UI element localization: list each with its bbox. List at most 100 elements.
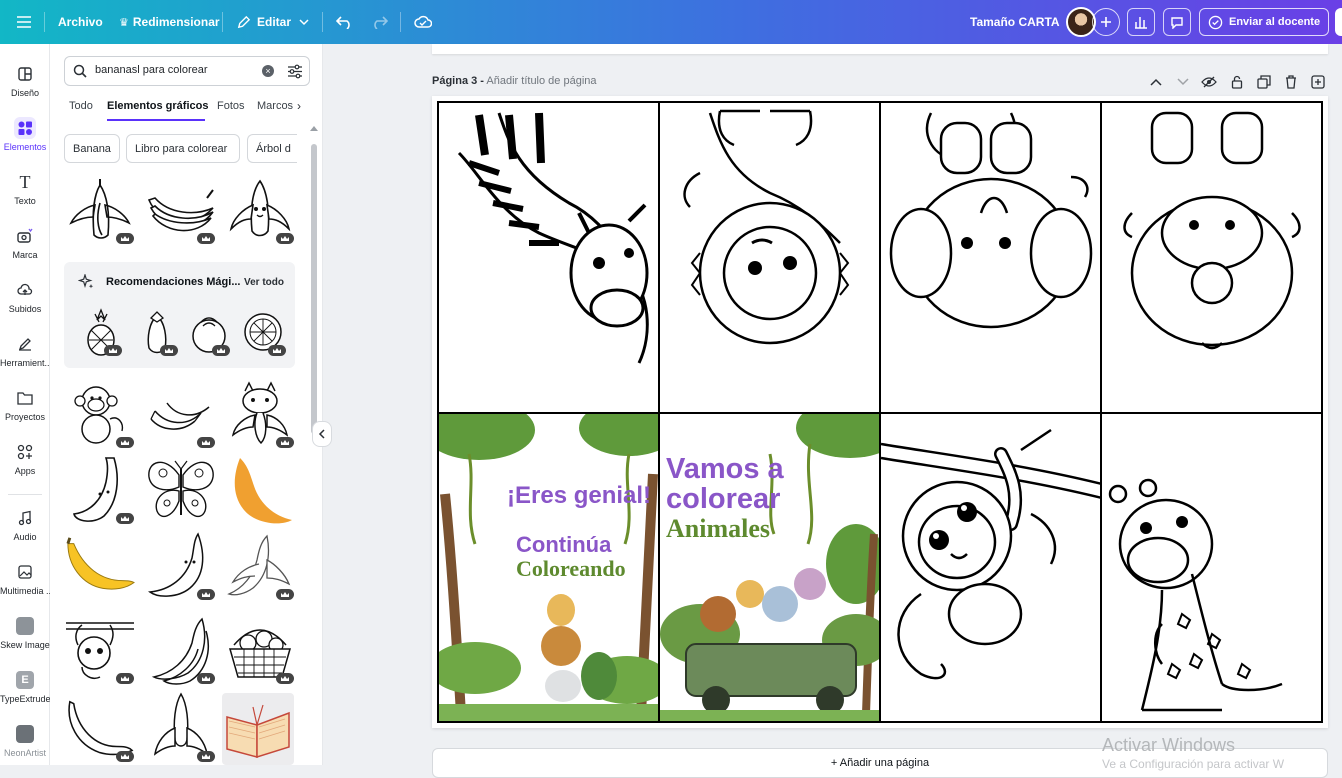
graphic-cat-banana[interactable]: [224, 378, 296, 450]
analytics-button[interactable]: [1127, 8, 1155, 36]
cell-lets-color-card[interactable]: Vamos a colorear Animales: [658, 412, 881, 723]
graphic-open-book[interactable]: [222, 693, 294, 765]
page-down-icon[interactable]: [1175, 74, 1191, 90]
rail-item-projects[interactable]: Proyectos: [0, 380, 50, 432]
graphic-banana-face-line[interactable]: [145, 530, 217, 602]
page-title-input[interactable]: Añadir título de página: [486, 75, 596, 87]
graphic-banana-simple[interactable]: [64, 692, 136, 764]
cell-hippo[interactable]: [1100, 101, 1323, 414]
text-icon: T: [19, 171, 31, 192]
music-icon: [17, 506, 33, 530]
rail-item-tools[interactable]: Herramient...: [0, 326, 50, 378]
edit-menu-button[interactable]: Editar: [236, 0, 309, 44]
collapse-panel-button[interactable]: [312, 421, 332, 447]
graphic-cute-banana[interactable]: [224, 174, 296, 246]
see-all-link[interactable]: Ver todo: [244, 277, 284, 288]
invite-plus-button[interactable]: [1092, 8, 1120, 36]
add-page-icon[interactable]: [1310, 74, 1326, 90]
tools-icon: [17, 332, 33, 356]
graphic-half-peeled-banana[interactable]: [145, 692, 217, 764]
menu-icon[interactable]: [16, 0, 32, 44]
graphic-banana-bunch-line[interactable]: [145, 378, 217, 450]
apps-icon: [17, 440, 33, 464]
premium-crown-icon: [276, 673, 294, 684]
media-icon: [17, 560, 33, 584]
search-input[interactable]: bananasl para colorear: [95, 64, 208, 76]
duplicate-page-icon[interactable]: [1256, 74, 1272, 90]
graphic-banana-outline-face[interactable]: [64, 454, 136, 526]
rail-item-text[interactable]: T Texto: [0, 164, 50, 216]
graphic-pineapple[interactable]: [78, 306, 124, 358]
chip-banana[interactable]: Banana: [64, 134, 120, 163]
hide-page-icon[interactable]: [1201, 74, 1217, 90]
rail-item-uploads[interactable]: Subidos: [0, 272, 50, 324]
cell-giraffe[interactable]: [1100, 412, 1323, 723]
graphic-yellow-banana[interactable]: [64, 530, 136, 602]
redo-icon[interactable]: [370, 0, 388, 44]
tabs-scroll-right-icon[interactable]: ›: [297, 99, 301, 113]
cell-great-job-card[interactable]: ¡Eres genial! Continúa Coloreando: [437, 412, 660, 723]
graphic-sloth-branch[interactable]: [64, 614, 136, 686]
lock-page-icon[interactable]: [1229, 74, 1245, 90]
graphic-peeled-banana[interactable]: [64, 174, 136, 246]
page-size-label[interactable]: Tamaño CARTA: [970, 0, 1060, 44]
rail-item-brand[interactable]: Marca: [0, 218, 50, 270]
graphic-banana-pair[interactable]: [145, 614, 217, 686]
rail-item-typeextrude[interactable]: E TypeExtrude: [0, 662, 50, 714]
graphic-banana-bunch[interactable]: [145, 174, 217, 246]
clear-search-icon[interactable]: ×: [262, 65, 274, 77]
graphic-butterfly[interactable]: [145, 454, 217, 526]
premium-crown-icon: [116, 437, 134, 448]
lion-coloring-image: [683, 109, 850, 345]
file-menu-button[interactable]: Archivo: [58, 0, 103, 44]
graphic-eggplant[interactable]: [134, 306, 180, 358]
rail-item-elements[interactable]: Elementos: [0, 110, 50, 162]
cloud-saved-icon[interactable]: [414, 0, 432, 44]
comments-button[interactable]: [1163, 8, 1191, 36]
cell-monkey[interactable]: [879, 412, 1102, 723]
design-page[interactable]: ¡Eres genial! Continúa Coloreando Vamos …: [432, 96, 1328, 728]
cell-zebra[interactable]: [437, 101, 660, 414]
delete-page-icon[interactable]: [1283, 74, 1299, 90]
chip-coloring-book[interactable]: Libro para colorear: [126, 134, 240, 163]
cell-lion[interactable]: [658, 101, 881, 414]
premium-crown-icon: [116, 673, 134, 684]
graphic-fruit-basket[interactable]: [224, 614, 296, 686]
cell-elephant[interactable]: [879, 101, 1102, 414]
rail-item-skew-image[interactable]: Skew Image: [0, 608, 50, 660]
graphic-peeled-banana-light[interactable]: [224, 530, 296, 602]
rail-item-media[interactable]: Multimedia ...: [0, 554, 50, 606]
search-box[interactable]: bananasl para colorear ×: [64, 56, 310, 86]
resize-button[interactable]: ♛ Redimensionar: [119, 0, 220, 44]
graphic-mangosteen[interactable]: [186, 306, 232, 358]
undo-icon[interactable]: [336, 0, 354, 44]
rail-item-apps[interactable]: Apps: [0, 434, 50, 486]
rail-item-design[interactable]: Diseño: [0, 56, 50, 108]
previous-page-bottom: [432, 44, 1328, 54]
panel-scrollbar-thumb[interactable]: [311, 144, 317, 434]
graphic-orange-slice[interactable]: [238, 306, 288, 358]
pencil-icon: [237, 15, 251, 28]
share-button-partial[interactable]: [1335, 8, 1342, 36]
typeextrude-app-icon: E: [16, 668, 34, 692]
filter-icon[interactable]: [287, 64, 303, 79]
page-up-icon[interactable]: [1148, 74, 1164, 90]
tab-photos[interactable]: Fotos: [217, 100, 245, 112]
tab-frames[interactable]: Marcos: [257, 100, 293, 112]
tab-graphics[interactable]: Elementos gráficos: [107, 100, 208, 112]
rail-item-neonartist[interactable]: NeonArtist: [0, 716, 50, 768]
hippo-coloring-image: [1123, 111, 1301, 350]
chevron-down-icon: [299, 19, 309, 26]
premium-crown-icon: [160, 345, 178, 356]
graphic-monkey-banana[interactable]: [64, 378, 136, 450]
rail-item-audio[interactable]: Audio: [0, 500, 50, 552]
chip-tree[interactable]: Árbol d: [247, 134, 297, 163]
plus-icon: [1101, 17, 1111, 27]
neonartist-app-icon: [16, 722, 34, 746]
elements-icon: [14, 116, 36, 140]
graphic-orange-banana[interactable]: [224, 454, 296, 526]
elements-panel: bananasl para colorear × Todo Elementos …: [50, 44, 323, 765]
monkey-coloring-image: [881, 428, 1100, 680]
send-to-teacher-button[interactable]: Enviar al docente: [1199, 8, 1329, 36]
tab-all[interactable]: Todo: [69, 100, 93, 112]
